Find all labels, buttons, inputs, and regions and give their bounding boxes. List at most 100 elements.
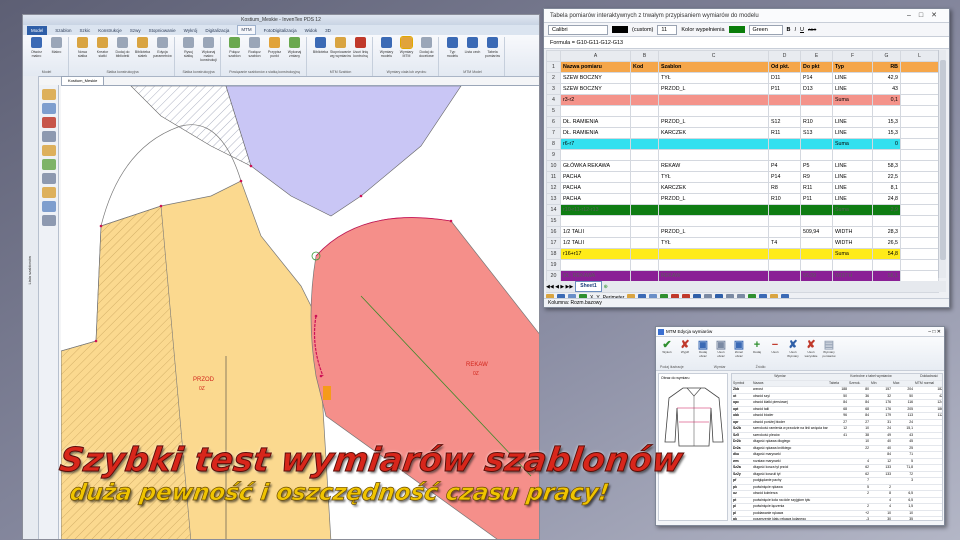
table-cell[interactable]: [800, 237, 833, 249]
sheet-tab-sheet1[interactable]: Sheet1: [575, 281, 602, 292]
table-cell[interactable]: [768, 226, 801, 238]
table-cell[interactable]: [630, 215, 659, 227]
table-cell[interactable]: R11: [800, 182, 833, 194]
table-cell[interactable]: 15,3: [872, 127, 901, 139]
table-cell[interactable]: [560, 215, 631, 227]
row-number[interactable]: 15: [546, 215, 561, 227]
table-cell[interactable]: [800, 105, 833, 117]
table-cell[interactable]: [658, 138, 769, 150]
mtm-table-cell[interactable]: szerokość ramienia w przodzie na linii w…: [752, 425, 828, 433]
table-row[interactable]: 9: [546, 149, 939, 161]
row-number[interactable]: 5: [546, 105, 561, 117]
mtm-table-cell[interactable]: -3: [848, 516, 870, 520]
table-cell[interactable]: [900, 259, 939, 271]
table-cell[interactable]: R11: [768, 127, 801, 139]
table-cell[interactable]: [900, 248, 939, 260]
table-cell[interactable]: Suma: [832, 248, 873, 260]
mtm-ribbon-button[interactable]: ▣ Usuń obraz: [714, 339, 728, 368]
table-cell[interactable]: [900, 171, 939, 183]
table-cell[interactable]: Suma: [832, 138, 873, 150]
column-header[interactable]: A: [560, 50, 631, 62]
menu-tab-szablon[interactable]: Szablon: [55, 28, 71, 33]
table-cell[interactable]: 43: [872, 83, 901, 95]
table-cell[interactable]: LINE: [832, 116, 873, 128]
table-row[interactable]: 12 PACHA KARCZEK R8 R11 LINE 8,1: [546, 182, 939, 194]
drawing-tool-icon[interactable]: [41, 103, 56, 114]
table-cell[interactable]: [900, 149, 939, 161]
table-cell[interactable]: [800, 138, 833, 150]
table-cell[interactable]: [658, 94, 769, 106]
table-cell[interactable]: [832, 105, 873, 117]
scrollbar-thumb[interactable]: [940, 60, 946, 260]
column-header[interactable]: D: [768, 50, 801, 62]
menu-tab-model[interactable]: Model: [27, 25, 48, 35]
table-cell[interactable]: [872, 215, 901, 227]
column-header[interactable]: C: [658, 50, 769, 62]
table-cell[interactable]: REKAW: [658, 270, 769, 282]
table-row[interactable]: 20 DŁ. REKAWA REKAW 56,09 WIDTH 56,1: [546, 270, 939, 282]
row-number[interactable]: 6: [546, 116, 561, 128]
table-cell[interactable]: [768, 204, 801, 216]
ribbon-button[interactable]: Przypisz punkt: [266, 37, 283, 70]
ribbon-button[interactable]: Dodaj do docelowe: [418, 37, 435, 70]
ribbon-button[interactable]: Nowa siatka: [74, 37, 91, 70]
table-cell[interactable]: [630, 105, 659, 117]
table-cell[interactable]: 26,5: [872, 237, 901, 249]
table-cell[interactable]: SZEW BOCZNY: [560, 83, 631, 95]
table-cell[interactable]: P14: [768, 171, 801, 183]
table-row[interactable]: 7 DŁ. RAMIENIA KARCZEK R11 S13 LINE 15,3: [546, 127, 939, 139]
table-row[interactable]: 11 PACHA TYŁ P14 R9 LINE 22,5: [546, 171, 939, 183]
table-cell[interactable]: [768, 270, 801, 282]
table-cell[interactable]: [630, 204, 659, 216]
table-row[interactable]: 15: [546, 215, 939, 227]
table-cell[interactable]: [630, 83, 659, 95]
mtm-ribbon-button[interactable]: ▤ Wymiary pomiarów: [822, 339, 836, 368]
menu-tab-mtm[interactable]: MTM: [237, 25, 256, 35]
table-cell[interactable]: LINE: [832, 72, 873, 84]
table-cell[interactable]: Od pkt.: [768, 61, 801, 73]
table-cell[interactable]: 58,3: [872, 160, 901, 172]
table-cell[interactable]: [630, 72, 659, 84]
table-cell[interactable]: 15,3: [872, 116, 901, 128]
table-cell[interactable]: [900, 83, 939, 95]
table-cell[interactable]: 8,1: [872, 182, 901, 194]
table-cell[interactable]: [630, 138, 659, 150]
row-number[interactable]: 13: [546, 193, 561, 205]
table-cell[interactable]: [900, 138, 939, 150]
row-number[interactable]: 1: [546, 61, 561, 73]
mtm-ribbon-button[interactable]: ▣ Dodaj obraz: [696, 339, 710, 368]
ribbon-button[interactable]: Tabela pomiarów: [484, 37, 501, 70]
table-row[interactable]: 13 PACHA PRZOD_L R10 P11 LINE 24,8: [546, 193, 939, 205]
table-cell[interactable]: PACHA: [560, 182, 631, 194]
table-cell[interactable]: LINE: [832, 83, 873, 95]
table-cell[interactable]: [832, 259, 873, 271]
table-cell[interactable]: [768, 149, 801, 161]
menu-tab-digitalizacja[interactable]: Digitalizacja: [205, 28, 229, 33]
row-number[interactable]: 2: [546, 72, 561, 84]
drawing-tool-icon[interactable]: [41, 201, 56, 212]
table-cell[interactable]: [872, 149, 901, 161]
table-cell[interactable]: KARCZEK: [658, 182, 769, 194]
table-cell[interactable]: P5: [800, 160, 833, 172]
underline-button[interactable]: U: [800, 27, 804, 33]
drawing-tool-icon[interactable]: [41, 215, 56, 226]
mtm-table-cell[interactable]: pk: [732, 516, 752, 520]
table-cell[interactable]: 42,9: [872, 72, 901, 84]
ribbon-button[interactable]: Biblioteka siatek: [134, 37, 151, 70]
row-number[interactable]: 3: [546, 83, 561, 95]
table-cell[interactable]: [658, 149, 769, 161]
mtm-ribbon-button[interactable]: + Dodaj: [750, 339, 764, 368]
table-cell[interactable]: [768, 215, 801, 227]
table-cell[interactable]: [800, 204, 833, 216]
drawing-tool-icon[interactable]: [41, 131, 56, 142]
table-cell[interactable]: R10: [768, 193, 801, 205]
table-cell[interactable]: [630, 116, 659, 128]
add-sheet-icon[interactable]: ⊕: [604, 284, 608, 290]
column-header[interactable]: B: [630, 50, 659, 62]
menu-tab-widok[interactable]: Widok: [305, 28, 318, 33]
table-cell[interactable]: [900, 116, 939, 128]
table-cell[interactable]: P4: [768, 160, 801, 172]
row-number[interactable]: 17: [546, 237, 561, 249]
table-cell[interactable]: [630, 94, 659, 106]
menu-tab-konstrukcje[interactable]: Konstrukcje: [98, 28, 122, 33]
